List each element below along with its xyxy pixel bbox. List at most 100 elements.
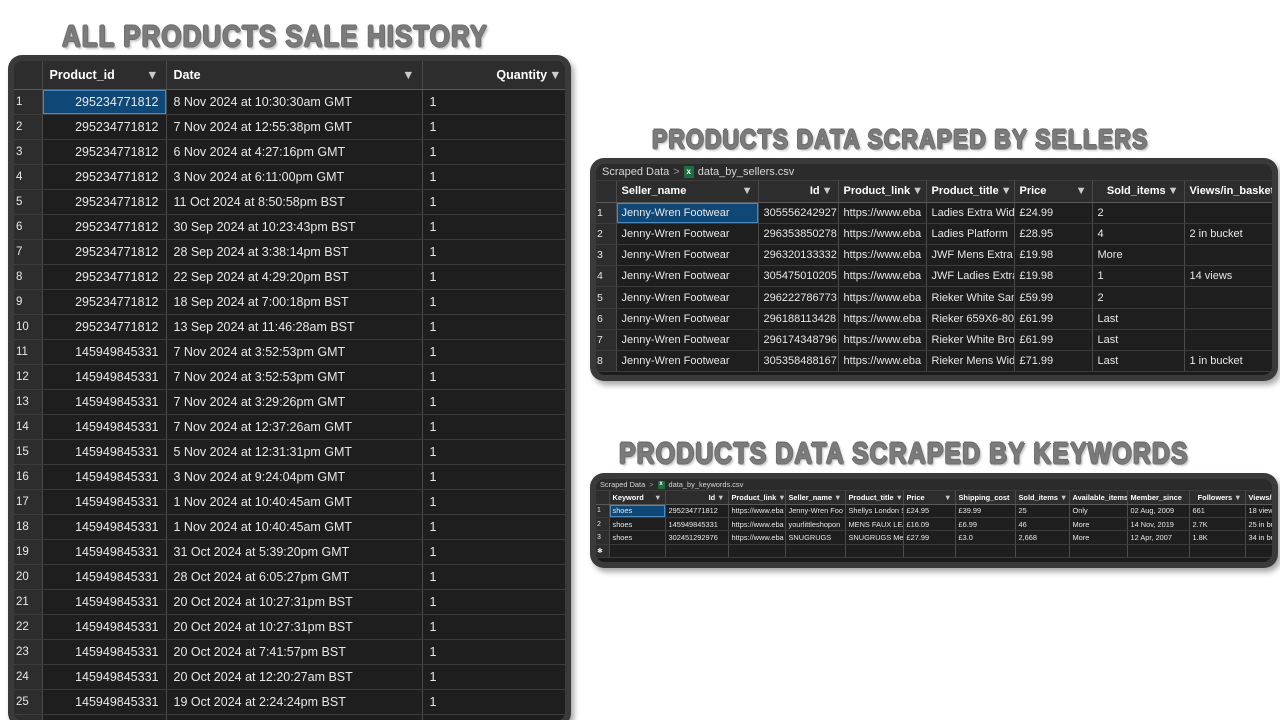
row-number-cell[interactable]: 26 bbox=[14, 714, 43, 720]
cell-quantity[interactable]: 1 bbox=[422, 639, 565, 665]
cell-quantity[interactable]: 1 bbox=[422, 689, 565, 715]
row-number-cell[interactable]: 12 bbox=[14, 364, 43, 390]
cell-member-since[interactable]: 02 Aug, 2009 bbox=[1127, 504, 1190, 519]
row-number-cell[interactable]: 2 bbox=[596, 517, 610, 532]
cell-product-link[interactable]: https://www.eba bbox=[728, 530, 786, 545]
cell-date[interactable]: 22 Sep 2024 at 4:29:20pm BST bbox=[166, 264, 423, 290]
cell-id[interactable]: 305475010205 bbox=[758, 265, 839, 288]
column-header-views-in-basket[interactable]: Views/in_basket bbox=[1245, 491, 1272, 505]
cell-quantity[interactable]: 1 bbox=[422, 164, 565, 190]
column-header-date[interactable]: Date ▼ bbox=[166, 61, 423, 90]
row-number-cell[interactable]: 14 bbox=[14, 414, 43, 440]
table-row[interactable]: 2 Jenny-Wren Footwear 296353850278 https://… bbox=[596, 223, 1272, 246]
row-number-cell[interactable]: 22 bbox=[14, 614, 43, 640]
row-number-cell[interactable]: 1 bbox=[596, 202, 617, 224]
row-number-cell[interactable]: 1 bbox=[596, 504, 610, 519]
table-row[interactable]: 18 145949845331 1 Nov 2024 at 10:40:45am G… bbox=[14, 514, 565, 540]
cell-quantity[interactable]: 1 bbox=[422, 289, 565, 315]
sellers-body[interactable]: 1 Jenny-Wren Footwear 305556242927 https://… bbox=[596, 202, 1272, 373]
cell-date[interactable]: 18 Oct 2024 at 3:11:06am BST bbox=[166, 714, 423, 720]
cell-date[interactable]: 30 Sep 2024 at 10:23:43pm BST bbox=[166, 214, 423, 240]
table-row[interactable]: 8 295234771812 22 Sep 2024 at 4:29:20pm BS… bbox=[14, 264, 565, 290]
cell-id[interactable]: 296353850278 bbox=[758, 223, 839, 246]
cell-product-title[interactable]: Shellys London S bbox=[845, 504, 904, 519]
row-number-cell[interactable]: 24 bbox=[14, 664, 43, 690]
cell-date[interactable]: 1 Nov 2024 at 10:40:45am GMT bbox=[166, 489, 423, 515]
table-row[interactable]: 2 295234771812 7 Nov 2024 at 12:55:38pm GM… bbox=[14, 114, 565, 140]
table-row[interactable]: 2 shoes 145949845331 https://www.eba yourlit… bbox=[596, 517, 1272, 532]
filter-funnel-icon[interactable]: ▼ bbox=[822, 185, 833, 197]
empty-cell[interactable] bbox=[1189, 544, 1246, 558]
cell-product-id[interactable]: 295234771812 bbox=[42, 114, 167, 140]
row-number-cell[interactable]: 4 bbox=[14, 164, 43, 190]
cell-product-id[interactable]: 295234771812 bbox=[42, 189, 167, 215]
row-number-cell[interactable]: 7 bbox=[14, 239, 43, 265]
row-number-cell[interactable]: 21 bbox=[14, 589, 43, 615]
filter-funnel-icon[interactable]: ▼ bbox=[146, 68, 158, 82]
column-header-quantity[interactable]: Quantity ▼ bbox=[422, 61, 565, 90]
row-number-cell[interactable]: 8 bbox=[596, 350, 617, 373]
cell-price[interactable]: £71.99 bbox=[1014, 350, 1093, 373]
cell-quantity[interactable]: 1 bbox=[422, 614, 565, 640]
row-number-cell[interactable]: 19 bbox=[14, 539, 43, 565]
row-number-cell[interactable]: 8 bbox=[14, 264, 43, 290]
cell-id[interactable]: 305556242927 bbox=[758, 202, 839, 224]
row-number-cell[interactable]: 20 bbox=[14, 564, 43, 590]
cell-available-items[interactable]: More bbox=[1069, 530, 1128, 545]
cell-date[interactable]: 28 Sep 2024 at 3:38:14pm BST bbox=[166, 239, 423, 265]
cell-views-in-basket[interactable]: 14 views bbox=[1184, 265, 1272, 288]
cell-price[interactable]: £24.95 bbox=[903, 504, 956, 519]
cell-date[interactable]: 20 Oct 2024 at 7:41:57pm BST bbox=[166, 639, 423, 665]
cell-member-since[interactable]: 12 Apr, 2007 bbox=[1127, 530, 1190, 545]
cell-price[interactable]: £27.99 bbox=[903, 530, 956, 545]
cell-date[interactable]: 5 Nov 2024 at 12:31:31pm GMT bbox=[166, 439, 423, 465]
breadcrumb-file-name[interactable]: data_by_keywords.csv bbox=[669, 480, 744, 489]
cell-product-id[interactable]: 295234771812 bbox=[42, 164, 167, 190]
cell-date[interactable]: 31 Oct 2024 at 5:39:20pm GMT bbox=[166, 539, 423, 565]
cell-quantity[interactable]: 1 bbox=[422, 464, 565, 490]
table-row[interactable]: 20 145949845331 28 Oct 2024 at 6:05:27pm G… bbox=[14, 564, 565, 590]
cell-sold-items[interactable]: Last bbox=[1092, 308, 1185, 330]
column-header-sold-items[interactable]: Sold_items ▼ bbox=[1092, 181, 1185, 203]
cell-product-link[interactable]: https://www.eba bbox=[838, 223, 927, 246]
cell-product-id[interactable]: 145949845331 bbox=[42, 464, 167, 490]
table-row[interactable]: 22 145949845331 20 Oct 2024 at 10:27:31pm … bbox=[14, 614, 565, 640]
cell-product-link[interactable]: https://www.eba bbox=[838, 329, 927, 352]
cell-keyword[interactable]: shoes bbox=[609, 517, 666, 532]
cell-sold-items[interactable]: More bbox=[1092, 244, 1185, 267]
cell-product-id[interactable]: 145949845331 bbox=[42, 589, 167, 615]
filter-funnel-icon[interactable]: ▼ bbox=[1076, 185, 1087, 197]
cell-quantity[interactable]: 1 bbox=[422, 564, 565, 590]
column-header-seller-name[interactable]: Seller_name ▼ bbox=[785, 491, 846, 505]
row-number-cell[interactable]: 4 bbox=[596, 265, 617, 288]
cell-views-in-basket[interactable] bbox=[1184, 308, 1272, 330]
cell-quantity[interactable]: 1 bbox=[422, 239, 565, 265]
cell-product-id[interactable]: 145949845331 bbox=[42, 489, 167, 515]
cell-seller-name[interactable]: Jenny-Wren Footwear bbox=[616, 286, 759, 309]
cell-views-in-basket[interactable]: 34 in bucket bbox=[1245, 530, 1272, 545]
table-row[interactable]: 25 145949845331 19 Oct 2024 at 2:24:24pm B… bbox=[14, 689, 565, 715]
table-row[interactable]: 4 Jenny-Wren Footwear 305475010205 https://… bbox=[596, 265, 1272, 288]
table-row[interactable]: 2614594984533118 Oct 2024 at 3:11:06am B… bbox=[14, 714, 565, 720]
cell-available-items[interactable]: Only bbox=[1069, 504, 1128, 519]
row-number-cell[interactable]: 2 bbox=[596, 223, 617, 246]
cell-product-id[interactable]: 145949845331 bbox=[42, 514, 167, 540]
column-header-id[interactable]: Id ▼ bbox=[758, 181, 839, 203]
cell-date[interactable]: 8 Nov 2024 at 10:30:30am GMT bbox=[166, 89, 423, 115]
cell-product-id[interactable]: 145949845331 bbox=[42, 339, 167, 365]
table-row[interactable]: 14 145949845331 7 Nov 2024 at 12:37:26am G… bbox=[14, 414, 565, 440]
cell-date[interactable]: 28 Oct 2024 at 6:05:27pm GMT bbox=[166, 564, 423, 590]
table-row[interactable]: 3 295234771812 6 Nov 2024 at 4:27:16pm GMT… bbox=[14, 139, 565, 165]
row-number-cell[interactable]: 17 bbox=[14, 489, 43, 515]
empty-cell[interactable] bbox=[1127, 544, 1190, 558]
cell-seller-name[interactable]: Jenny-Wren Footwear bbox=[616, 223, 759, 246]
row-number-cell[interactable]: 7 bbox=[596, 329, 617, 352]
cell-views-in-basket[interactable] bbox=[1184, 286, 1272, 309]
cell-seller-name[interactable]: Jenny-Wren Footwear bbox=[616, 308, 759, 330]
filter-funnel-icon[interactable]: ▼ bbox=[1168, 185, 1179, 197]
filter-funnel-icon[interactable]: ▼ bbox=[778, 493, 784, 501]
cell-quantity[interactable]: 1 bbox=[422, 664, 565, 690]
cell-quantity[interactable]: 1 bbox=[422, 264, 565, 290]
cell-quantity[interactable]: 1 bbox=[422, 514, 565, 540]
cell-product-id[interactable]: 145949845331 bbox=[42, 564, 167, 590]
